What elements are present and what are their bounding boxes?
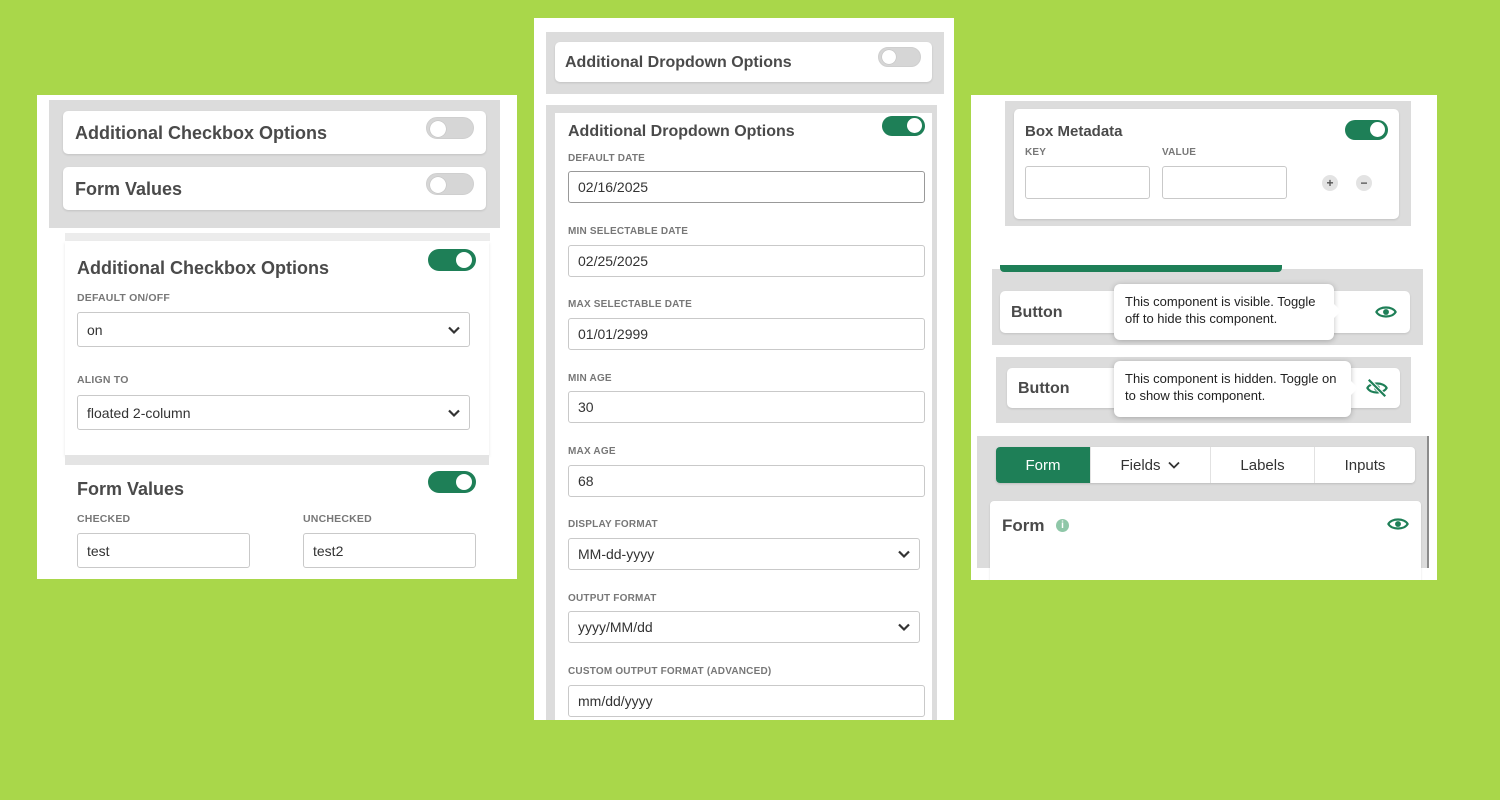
active-indicator (1000, 265, 1282, 272)
default-date-input[interactable]: 02/16/2025 (568, 171, 925, 203)
remove-row-button[interactable]: − (1356, 175, 1372, 191)
max-age-label: MAX AGE (568, 446, 616, 457)
card-title: Additional Checkbox Options (75, 123, 328, 143)
unchecked-value-input[interactable]: test2 (303, 533, 476, 568)
custom-output-input[interactable]: mm/dd/yyyy (568, 685, 925, 717)
divider (65, 233, 490, 241)
chevron-down-icon (1167, 461, 1180, 469)
align-to-select[interactable]: floated 2-column (77, 395, 470, 430)
select-value: on (87, 321, 103, 338)
card-title: Form (1002, 516, 1045, 535)
checkbox-options-card: Additional Checkbox Options DEFAULT ON/O… (65, 241, 489, 455)
card-title: Additional Checkbox Options (77, 258, 330, 278)
box-metadata-card: Box Metadata KEY VALUE + − (1014, 109, 1399, 219)
card-title: Box Metadata (1025, 123, 1123, 140)
collapsed-checkbox-options-card[interactable]: Additional Checkbox Options (63, 111, 486, 154)
visible-tooltip: This component is visible. Toggle off to… (1114, 284, 1341, 340)
collapsed-form-values-card[interactable]: Form Values (63, 167, 486, 210)
min-age-input[interactable]: 30 (568, 391, 925, 423)
select-value: yyyy/MM/dd (578, 619, 653, 635)
metadata-key-input[interactable] (1025, 166, 1150, 199)
tab-label: Form (1025, 456, 1061, 474)
chevron-down-icon (448, 409, 460, 417)
key-label: KEY (1025, 147, 1047, 158)
checkbox-options-toggle[interactable] (428, 249, 476, 271)
chevron-down-icon (898, 550, 910, 559)
tab-bar: Form Fields Labels Inputs (996, 447, 1415, 483)
default-on-off-select[interactable]: on (77, 312, 470, 347)
default-date-label: DEFAULT DATE (568, 153, 646, 164)
default-on-off-label: DEFAULT ON/OFF (77, 292, 171, 304)
collapsed-dropdown-options-card[interactable]: Additional Dropdown Options (555, 42, 932, 82)
checked-label: CHECKED (77, 513, 131, 525)
hidden-tooltip: This component is hidden. Toggle on to s… (1114, 361, 1358, 417)
min-date-input[interactable]: 02/25/2025 (568, 245, 925, 277)
display-format-select[interactable]: MM-dd-yyyy (568, 538, 920, 570)
form-values-toggle[interactable] (426, 173, 474, 195)
tab-label: Inputs (1344, 456, 1386, 474)
custom-output-label: CUSTOM OUTPUT FORMAT (ADVANCED) (568, 666, 772, 677)
checkbox-options-toggle[interactable] (426, 117, 474, 139)
card-title: Additional Dropdown Options (568, 123, 795, 140)
card-title: Form Values (77, 479, 185, 499)
form-values-toggle[interactable] (428, 471, 476, 493)
eye-icon[interactable] (1387, 513, 1409, 535)
min-date-label: MIN SELECTABLE DATE (568, 226, 689, 237)
add-row-button[interactable]: + (1322, 175, 1338, 191)
display-format-label: DISPLAY FORMAT (568, 519, 658, 530)
tab-fields[interactable]: Fields (1091, 447, 1211, 483)
dropdown-options-toggle[interactable] (882, 116, 925, 136)
component-name: Button (1018, 380, 1070, 397)
form-card: Form i (990, 501, 1421, 580)
unchecked-label: UNCHECKED (303, 513, 372, 525)
chevron-down-icon (448, 326, 460, 334)
select-value: floated 2-column (87, 404, 191, 421)
output-format-select[interactable]: yyyy/MM/dd (568, 611, 920, 643)
info-icon[interactable]: i (1056, 519, 1069, 532)
card-title: Additional Dropdown Options (565, 54, 792, 71)
value-label: VALUE (1162, 147, 1197, 158)
divider (65, 455, 489, 465)
max-age-input[interactable]: 68 (568, 465, 925, 497)
box-metadata-toggle[interactable] (1345, 120, 1388, 140)
min-age-label: MIN AGE (568, 373, 612, 384)
eye-off-icon[interactable] (1366, 377, 1388, 399)
max-date-label: MAX SELECTABLE DATE (568, 299, 692, 310)
tab-inputs[interactable]: Inputs (1315, 447, 1415, 483)
form-values-card: Form Values CHECKED test UNCHECKED test2 (65, 465, 489, 579)
component-name: Button (1011, 304, 1063, 321)
tab-form[interactable]: Form (996, 447, 1091, 483)
output-format-label: OUTPUT FORMAT (568, 593, 657, 604)
tab-labels[interactable]: Labels (1211, 447, 1315, 483)
checked-value-input[interactable]: test (77, 533, 250, 568)
align-to-label: ALIGN TO (77, 374, 129, 386)
eye-icon[interactable] (1375, 301, 1397, 323)
dropdown-options-card: Additional Dropdown Options DEFAULT DATE… (555, 113, 932, 720)
checkbox-options-panel: Additional Checkbox Options Form Values … (37, 95, 517, 579)
date-options-panel: Additional Dropdown Options Additional D… (534, 18, 954, 720)
component-settings-panel: Box Metadata KEY VALUE + − Button This c… (971, 95, 1437, 580)
select-value: MM-dd-yyyy (578, 546, 655, 562)
dropdown-options-toggle[interactable] (878, 47, 921, 67)
metadata-value-input[interactable] (1162, 166, 1287, 199)
max-date-input[interactable]: 01/01/2999 (568, 318, 925, 350)
card-title: Form Values (75, 179, 183, 199)
tab-label: Fields (1120, 456, 1161, 474)
chevron-down-icon (898, 623, 910, 632)
tab-label: Labels (1240, 456, 1285, 474)
